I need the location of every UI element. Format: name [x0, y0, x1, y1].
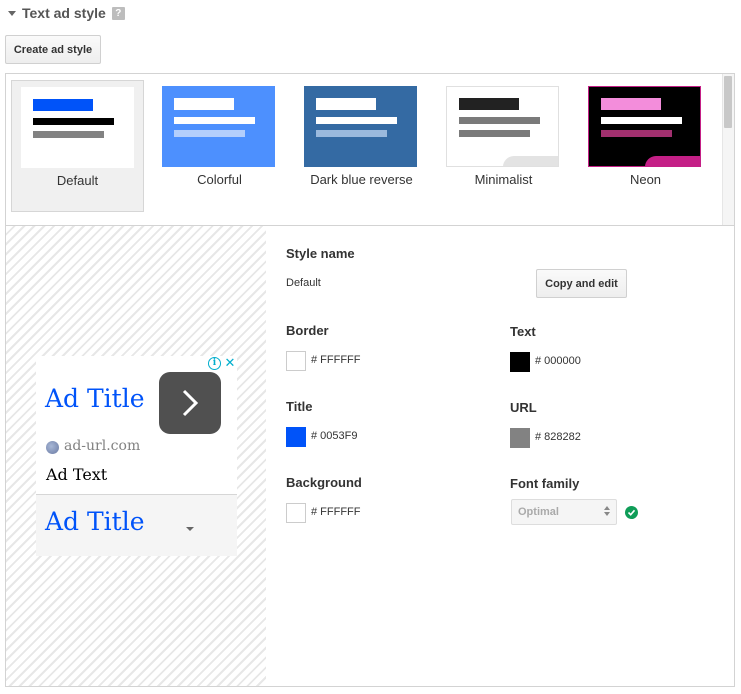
background-color-swatch[interactable] — [286, 503, 306, 523]
globe-icon — [46, 441, 59, 454]
style-card-label: Dark blue reverse — [310, 172, 413, 187]
background-hex[interactable]: # FFFFFF — [311, 506, 361, 518]
text-color-swatch[interactable] — [510, 352, 530, 372]
close-icon[interactable]: ✕ — [223, 355, 237, 370]
font-family-label: Font family — [510, 476, 580, 491]
title-color-swatch[interactable] — [286, 427, 306, 447]
style-gallery: Default Colorful Dark blue reverse Minim… — [6, 74, 734, 226]
text-hex[interactable]: # 000000 — [535, 355, 581, 367]
ad-style-panel: Default Colorful Dark blue reverse Minim… — [5, 73, 735, 687]
style-thumbnail — [304, 86, 417, 167]
url-color-swatch[interactable] — [510, 428, 530, 448]
style-card-colorful[interactable]: Colorful — [153, 80, 286, 212]
url-hex[interactable]: # 828282 — [535, 431, 581, 443]
ad-preview: i ✕ Ad Title ad-url.com Ad Text Ad Title — [6, 226, 266, 686]
border-color-swatch[interactable] — [286, 351, 306, 371]
style-card-label: Default — [56, 173, 99, 188]
ad-url: ad-url.com — [64, 438, 141, 454]
style-card-default[interactable]: Default — [11, 80, 144, 212]
style-card-label: Colorful — [197, 172, 242, 187]
chevron-right-icon — [182, 389, 199, 417]
help-icon[interactable]: ? — [111, 6, 125, 20]
title-label: Title — [286, 399, 313, 414]
ad-text: Ad Text — [46, 465, 108, 484]
ad-arrow-button — [159, 372, 221, 434]
border-hex[interactable]: # FFFFFF — [311, 354, 361, 366]
url-label: URL — [510, 400, 537, 415]
font-family-select[interactable]: Optimal — [511, 499, 617, 525]
style-card-label: Minimalist — [474, 172, 533, 187]
font-family-value: Optimal — [518, 506, 559, 518]
style-card-neon[interactable]: Neon — [579, 80, 712, 212]
style-thumbnail — [446, 86, 559, 167]
style-properties: Style name Default Copy and edit Border … — [266, 226, 734, 686]
section-header[interactable]: Text ad style ? — [8, 4, 125, 22]
ad-title-secondary: Ad Title — [45, 507, 145, 536]
scrollbar-thumb[interactable] — [724, 76, 732, 128]
style-card-label: Neon — [629, 172, 662, 187]
ad-bottom-row: Ad Title — [36, 495, 237, 556]
create-ad-style-button[interactable]: Create ad style — [5, 35, 101, 64]
style-card-dark-blue-reverse[interactable]: Dark blue reverse — [295, 80, 428, 212]
section-title: Text ad style — [22, 5, 106, 21]
style-thumbnail — [21, 87, 134, 168]
info-icon[interactable]: i — [208, 356, 221, 370]
border-label: Border — [286, 323, 329, 338]
style-card-minimalist[interactable]: Minimalist — [437, 80, 570, 212]
collapse-caret-icon[interactable] — [8, 10, 16, 16]
check-icon — [625, 506, 638, 519]
style-name-value: Default — [286, 277, 321, 289]
ad-sample: i ✕ Ad Title ad-url.com Ad Text Ad Title — [36, 355, 237, 556]
adchoices[interactable]: i ✕ — [208, 355, 237, 370]
background-label: Background — [286, 475, 362, 490]
style-thumbnail — [162, 86, 275, 167]
title-hex[interactable]: # 0053F9 — [311, 430, 357, 442]
ad-title: Ad Title — [45, 384, 145, 413]
style-name-label: Style name — [286, 246, 355, 261]
chevron-down-icon — [186, 527, 194, 531]
style-thumbnail — [588, 86, 701, 167]
select-arrows-icon — [604, 506, 610, 516]
gallery-scrollbar[interactable] — [722, 74, 734, 225]
text-label: Text — [510, 324, 536, 339]
copy-and-edit-button[interactable]: Copy and edit — [536, 269, 627, 298]
